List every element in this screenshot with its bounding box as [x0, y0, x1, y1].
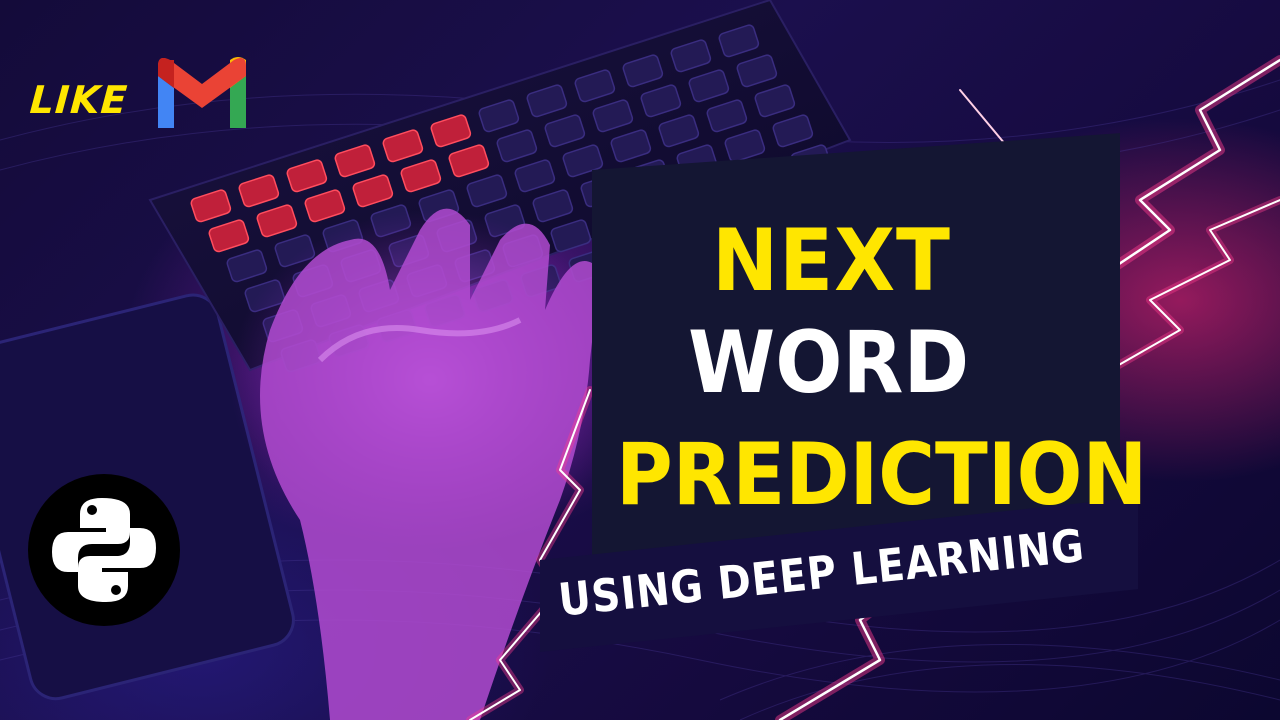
like-label: LIKE: [28, 78, 130, 122]
title-line-2: WORD: [688, 313, 970, 413]
title-line-3: PREDICTION: [616, 425, 1148, 525]
title-line-1: NEXT: [712, 211, 951, 311]
thumbnail: LIKE NEXT WORD PREDICTION USING DEEP LEA…: [0, 0, 1280, 720]
gmail-logo-icon: [158, 57, 246, 128]
python-logo-icon: [28, 474, 180, 626]
